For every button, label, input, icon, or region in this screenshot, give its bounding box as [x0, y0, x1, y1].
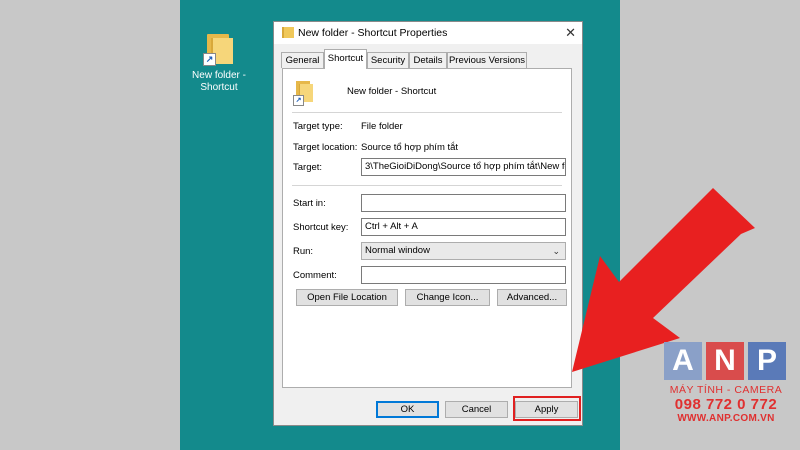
- anp-logo: A N P MÁY TÍNH - CAMERA 098 772 0 772 WW…: [662, 342, 790, 424]
- tab-shortcut[interactable]: Shortcut: [324, 49, 367, 69]
- logo-tagline: MÁY TÍNH - CAMERA: [669, 384, 783, 396]
- logo-letter-n: N: [706, 342, 744, 380]
- logo-phone: 098 772 0 772: [674, 396, 778, 413]
- logo-website: WWW.ANP.COM.VN: [677, 413, 775, 424]
- logo-letter-p: P: [748, 342, 786, 380]
- logo-letters: A N P: [662, 342, 790, 382]
- logo-letter-a: A: [664, 342, 702, 380]
